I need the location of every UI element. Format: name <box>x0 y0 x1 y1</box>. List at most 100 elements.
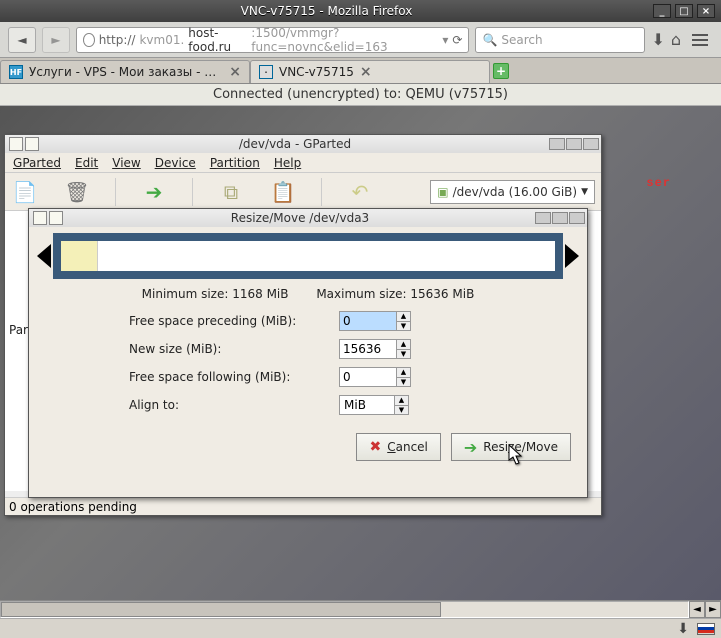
slider-left-handle[interactable] <box>37 244 51 268</box>
desktop-text: ser <box>646 176 671 190</box>
preceding-label: Free space preceding (MiB): <box>129 314 339 328</box>
up-icon[interactable]: ▲ <box>397 312 410 322</box>
gparted-toolbar: 📄 🗑 ➔ ⧉ 📋 ↶ ▣ /dev/vda (16.00 GiB) ▼ <box>5 173 601 211</box>
delete-icon[interactable]: 🗑 <box>63 178 91 206</box>
dropdown-icon[interactable]: ▾ <box>442 33 448 47</box>
paste-icon[interactable]: 📋 <box>269 178 297 206</box>
gparted-titlebar[interactable]: /dev/vda - GParted <box>5 135 601 153</box>
close-icon[interactable] <box>569 212 585 224</box>
download-indicator-icon[interactable]: ⬇ <box>677 621 689 637</box>
gparted-statusbar: 0 operations pending <box>5 497 601 515</box>
newsize-input[interactable]: ▲▼ <box>339 339 411 359</box>
search-bar[interactable]: 🔍 Search <box>475 27 645 53</box>
resize-icon[interactable]: ➔ <box>140 178 168 206</box>
search-icon: 🔍 <box>482 33 497 47</box>
resize-dialog[interactable]: Resize/Move /dev/vda3 Minimum size: 1168… <box>28 208 588 498</box>
align-value: MiB <box>344 398 366 412</box>
dialog-form: Free space preceding (MiB): ▲▼ New size … <box>29 301 587 419</box>
down-icon[interactable]: ▼ <box>397 378 410 387</box>
gparted-title: /dev/vda - GParted <box>43 137 547 151</box>
menu-gparted[interactable]: GParted <box>13 156 61 170</box>
statusbar: ⬇ <box>0 618 721 638</box>
downloads-icon[interactable]: ⬇ <box>651 30 664 49</box>
tab-close-icon[interactable]: × <box>360 65 372 79</box>
scroll-thumb[interactable] <box>1 602 441 617</box>
dialog-titlebar[interactable]: Resize/Move /dev/vda3 <box>29 209 587 227</box>
search-placeholder: Search <box>501 33 542 47</box>
tab-close-icon[interactable]: × <box>229 65 241 79</box>
column-header: Par <box>9 323 28 337</box>
partition-slider[interactable] <box>29 227 587 285</box>
up-icon[interactable]: ▲ <box>397 340 410 350</box>
size-limits: Minimum size: 1168 MiB Maximum size: 156… <box>29 287 587 301</box>
copy-icon[interactable]: ⧉ <box>217 178 245 206</box>
preceding-field[interactable] <box>339 311 397 331</box>
following-field[interactable] <box>339 367 397 387</box>
menu-partition[interactable]: Partition <box>210 156 260 170</box>
keyboard-layout-flag[interactable] <box>697 623 715 635</box>
device-selector[interactable]: ▣ /dev/vda (16.00 GiB) ▼ <box>430 180 595 204</box>
menu-help[interactable]: Help <box>274 156 301 170</box>
max-size: Maximum size: 15636 MiB <box>316 287 474 301</box>
appmenu-icon[interactable] <box>49 211 63 225</box>
partition-bar[interactable] <box>53 233 563 279</box>
gparted-menubar: GParted Edit View Device Partition Help <box>5 153 601 173</box>
url-bar[interactable]: http://kvm01.host-food.ru:1500/vmmgr?fun… <box>76 27 469 53</box>
down-icon[interactable]: ▼ <box>397 350 410 359</box>
minimize-button[interactable]: _ <box>653 4 671 18</box>
scroll-track[interactable] <box>0 601 689 618</box>
maximize-button[interactable]: □ <box>675 4 693 18</box>
resize-button[interactable]: ➔ Resize/Move <box>451 433 571 461</box>
appmenu-icon[interactable] <box>25 137 39 151</box>
up-icon[interactable]: ▲ <box>397 368 410 378</box>
cancel-button[interactable]: ✖ Cancel <box>356 433 440 461</box>
preceding-input[interactable]: ▲▼ <box>339 311 411 331</box>
horizontal-scrollbar[interactable]: ◄ ► <box>0 600 721 618</box>
undo-icon[interactable]: ↶ <box>346 178 374 206</box>
tab-2[interactable]: · VNC-v75715 × <box>250 60 490 83</box>
min-icon[interactable] <box>549 138 565 150</box>
tab-strip: HF Услуги - VPS - Мои заказы - manager.h… <box>0 58 721 84</box>
favicon-icon: · <box>259 65 273 79</box>
down-icon[interactable]: ▼ <box>395 406 408 415</box>
appmenu-icon[interactable] <box>33 211 47 225</box>
max-icon[interactable] <box>566 138 582 150</box>
forward-button[interactable]: ► <box>42 27 70 53</box>
following-input[interactable]: ▲▼ <box>339 367 411 387</box>
remote-desktop[interactable]: ser /dev/vda - GParted GParted Edit View… <box>0 106 721 600</box>
align-select[interactable]: MiB ▲▼ <box>339 395 409 415</box>
scroll-left-icon[interactable]: ◄ <box>689 601 705 618</box>
dialog-buttons: ✖ Cancel ➔ Resize/Move <box>29 419 587 461</box>
scroll-right-icon[interactable]: ► <box>705 601 721 618</box>
down-icon[interactable]: ▼ <box>397 322 410 331</box>
close-button[interactable]: × <box>697 4 715 18</box>
new-icon[interactable]: 📄 <box>11 178 39 206</box>
new-tab-button[interactable]: + <box>490 58 512 83</box>
vnc-viewport: Connected (unencrypted) to: QEMU (v75715… <box>0 84 721 600</box>
min-icon[interactable] <box>535 212 551 224</box>
url-sub: kvm01. <box>139 33 184 47</box>
newsize-label: New size (MiB): <box>129 342 339 356</box>
tab-1[interactable]: HF Услуги - VPS - Мои заказы - manager.h… <box>0 60 250 83</box>
favicon-icon: HF <box>9 65 23 79</box>
firefox-toolbar: ◄ ► http://kvm01.host-food.ru:1500/vmmgr… <box>0 22 721 58</box>
menu-button[interactable] <box>687 27 713 53</box>
back-button[interactable]: ◄ <box>8 27 36 53</box>
appmenu-icon[interactable] <box>9 137 23 151</box>
close-icon[interactable] <box>583 138 599 150</box>
reload-icon[interactable]: ⟳ <box>452 33 462 47</box>
tab-label: VNC-v75715 <box>279 65 354 79</box>
menu-view[interactable]: View <box>112 156 140 170</box>
menu-device[interactable]: Device <box>155 156 196 170</box>
home-icon[interactable]: ⌂ <box>671 30 681 49</box>
newsize-field[interactable] <box>339 339 397 359</box>
slider-right-handle[interactable] <box>565 244 579 268</box>
url-host: host-food.ru <box>188 26 247 54</box>
following-label: Free space following (MiB): <box>129 370 339 384</box>
up-icon[interactable]: ▲ <box>395 396 408 406</box>
firefox-titlebar: VNC-v75715 - Mozilla Firefox _ □ × <box>0 0 721 22</box>
max-icon[interactable] <box>552 212 568 224</box>
status-text: 0 operations pending <box>9 500 137 514</box>
menu-edit[interactable]: Edit <box>75 156 98 170</box>
url-scheme: http:// <box>99 33 136 47</box>
